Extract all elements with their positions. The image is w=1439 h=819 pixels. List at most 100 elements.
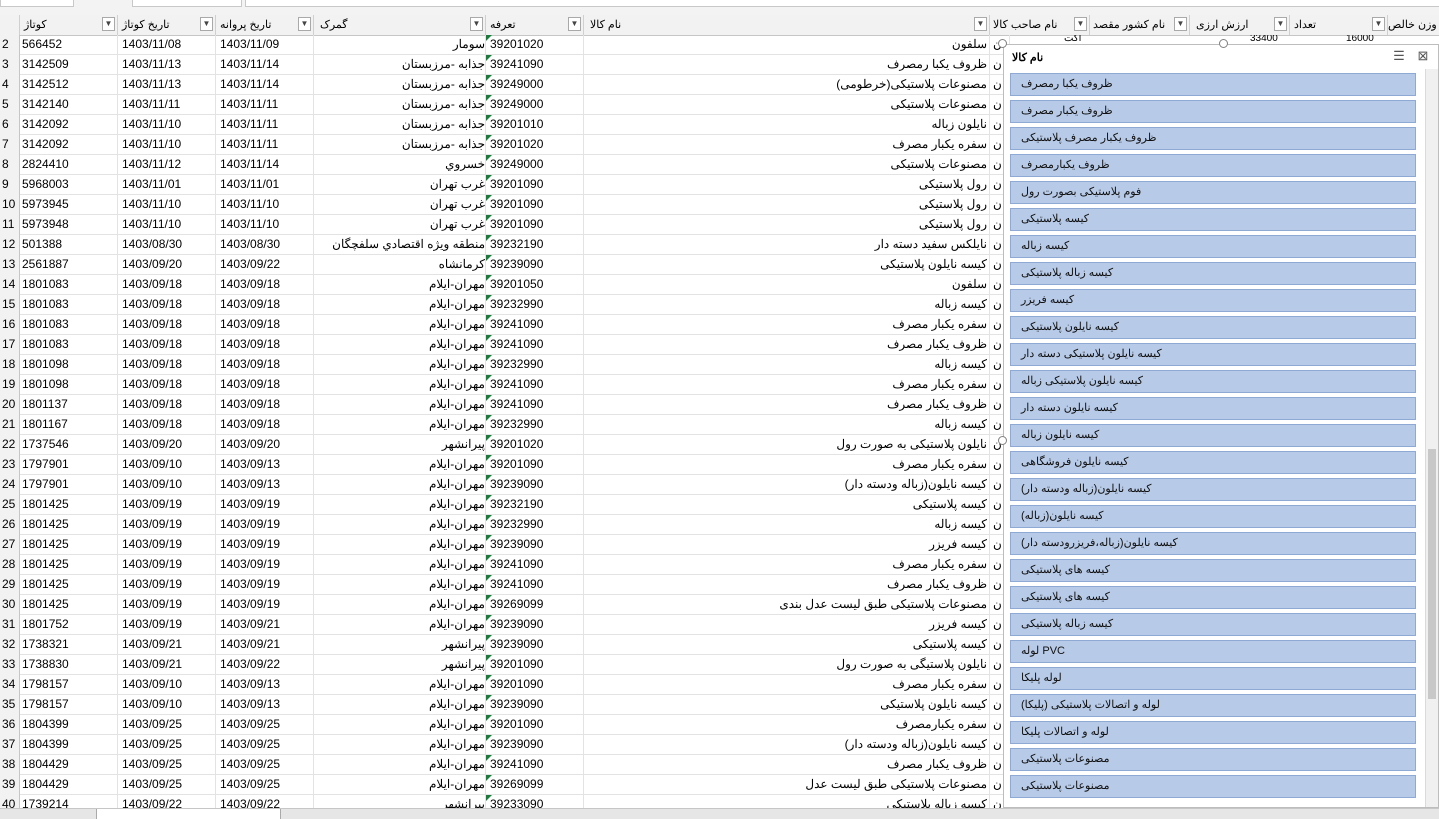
cell-tarefe[interactable]: 39201090: [486, 215, 584, 235]
cell-name-kala[interactable]: کیسه زباله: [584, 415, 990, 435]
cell-tarikh-parvane[interactable]: 1403/09/25: [216, 735, 314, 755]
cell-tarikh-kotaj[interactable]: 1403/09/25: [118, 735, 216, 755]
cell-tarikh-kotaj[interactable]: 1403/11/08: [118, 35, 216, 55]
cell-tarikh-parvane[interactable]: 1403/11/11: [216, 115, 314, 135]
cell-name-kala[interactable]: سفره یکبار مصرف: [584, 555, 990, 575]
cell-name-kala[interactable]: کیسه فریزر: [584, 615, 990, 635]
row-number[interactable]: 20: [0, 395, 20, 415]
slicer-item[interactable]: ظروف یکبارمصرف: [1010, 154, 1416, 177]
cell-tarefe[interactable]: 39201090: [486, 655, 584, 675]
row-number[interactable]: 22: [0, 435, 20, 455]
cell-name-kala[interactable]: ظروف یکبار مصرف: [584, 395, 990, 415]
slicer-item[interactable]: کیسه نایلون زباله: [1010, 424, 1416, 447]
header-tedad[interactable]: تعداد ▼: [1290, 15, 1388, 35]
cell-tarefe[interactable]: 39232190: [486, 235, 584, 255]
row-number[interactable]: 7: [0, 135, 20, 155]
row-number[interactable]: 16: [0, 315, 20, 335]
cell-name-kala[interactable]: سفره یکبار مصرف: [584, 455, 990, 475]
cell-tarikh-parvane[interactable]: 1403/09/19: [216, 555, 314, 575]
cell-name-kala[interactable]: ظروف یکبا رمصرف: [584, 55, 990, 75]
cell-tarefe[interactable]: 39239090: [486, 255, 584, 275]
cell-tarikh-parvane[interactable]: 1403/09/13: [216, 455, 314, 475]
row-number[interactable]: 24: [0, 475, 20, 495]
cell-tarikh-parvane[interactable]: 1403/09/19: [216, 495, 314, 515]
cell-name-kala[interactable]: کیسه زباله: [584, 295, 990, 315]
cell-gomrok[interactable]: پیرانشهر: [314, 655, 486, 675]
cell-name-kala[interactable]: کیسه نایلون پلاستیکی: [584, 255, 990, 275]
row-number[interactable]: 18: [0, 355, 20, 375]
cell-tarefe[interactable]: 39269099: [486, 775, 584, 795]
cell-kotaj[interactable]: 1738321: [20, 635, 118, 655]
cell-gomrok[interactable]: مهران-ایلام: [314, 615, 486, 635]
cell-gomrok[interactable]: پیرانشهر: [314, 635, 486, 655]
header-kotaj[interactable]: کوتاژ ▼: [20, 15, 118, 35]
cell-tarikh-parvane[interactable]: 1403/11/01: [216, 175, 314, 195]
header-tarefe[interactable]: تعرفه ▼: [486, 15, 584, 35]
row-number[interactable]: 8: [0, 155, 20, 175]
cell-kotaj[interactable]: 1738830: [20, 655, 118, 675]
cell-kotaj[interactable]: 3142140: [20, 95, 118, 115]
row-number[interactable]: 31: [0, 615, 20, 635]
cell-kotaj[interactable]: 1804429: [20, 755, 118, 775]
cell-tarikh-kotaj[interactable]: 1403/09/10: [118, 475, 216, 495]
cell-kotaj[interactable]: 1801098: [20, 355, 118, 375]
cell-name-kala[interactable]: سلفون: [584, 35, 990, 55]
slicer-item[interactable]: ظروف یکبار مصرف: [1010, 100, 1416, 123]
cell-kotaj[interactable]: 1798157: [20, 675, 118, 695]
row-number[interactable]: 23: [0, 455, 20, 475]
row-number[interactable]: 11: [0, 215, 20, 235]
cell-tarikh-kotaj[interactable]: 1403/11/13: [118, 55, 216, 75]
cell-tarikh-kotaj[interactable]: 1403/11/11: [118, 95, 216, 115]
cell-kotaj[interactable]: 5973945: [20, 195, 118, 215]
cell-tarefe[interactable]: 39241090: [486, 575, 584, 595]
cell-gomrok[interactable]: جذابه -مرزبستان: [314, 75, 486, 95]
cell-name-kala[interactable]: نایلون زباله: [584, 115, 990, 135]
cell-tarefe[interactable]: 39241090: [486, 555, 584, 575]
cell-gomrok[interactable]: مهران-ایلام: [314, 495, 486, 515]
row-number[interactable]: 34: [0, 675, 20, 695]
row-number[interactable]: 5: [0, 95, 20, 115]
cell-tarefe[interactable]: 39241090: [486, 375, 584, 395]
cell-name-kala[interactable]: سفره یکبار مصرف: [584, 135, 990, 155]
slicer-scroll-thumb[interactable]: [1428, 449, 1436, 699]
cell-tarikh-parvane[interactable]: 1403/09/22: [216, 655, 314, 675]
filter-dropdown-icon[interactable]: ▼: [1372, 17, 1385, 31]
cell-gomrok[interactable]: مهران-ایلام: [314, 415, 486, 435]
cell-gomrok[interactable]: جذابه -مرزبستان: [314, 135, 486, 155]
header-name-saheb-kala[interactable]: نام صاحب کالا ▼: [990, 15, 1090, 35]
cell-gomrok[interactable]: مهران-ایلام: [314, 555, 486, 575]
cell-kotaj[interactable]: 1801083: [20, 295, 118, 315]
slicer-item[interactable]: لوله و اتصالات پلاستیکی (پلیکا): [1010, 694, 1416, 717]
slicer-item[interactable]: مصنوعات پلاستیکی: [1010, 748, 1416, 771]
cell-tarikh-kotaj[interactable]: 1403/09/19: [118, 495, 216, 515]
cell-gomrok[interactable]: مهران-ایلام: [314, 395, 486, 415]
cell-name-kala[interactable]: مصنوعات پلاستیکی: [584, 155, 990, 175]
cell-name-kala[interactable]: کیسه زباله: [584, 515, 990, 535]
cell-kotaj[interactable]: 1801137: [20, 395, 118, 415]
row-number[interactable]: 36: [0, 715, 20, 735]
resize-handle[interactable]: [998, 436, 1007, 445]
row-number[interactable]: 19: [0, 375, 20, 395]
cell-kotaj[interactable]: 1801425: [20, 515, 118, 535]
cell-gomrok[interactable]: مهران-ایلام: [314, 335, 486, 355]
cell-tarefe[interactable]: 39241090: [486, 335, 584, 355]
cell-tarikh-kotaj[interactable]: 1403/09/21: [118, 655, 216, 675]
cell-gomrok[interactable]: جذابه -مرزبستان: [314, 115, 486, 135]
slicer-item[interactable]: کیسه زباله: [1010, 235, 1416, 258]
cell-name-kala[interactable]: ظروف یکبار مصرف: [584, 755, 990, 775]
cell-tarefe[interactable]: 39201010: [486, 115, 584, 135]
filter-dropdown-icon[interactable]: ▼: [1174, 17, 1187, 31]
cell-gomrok[interactable]: سومار: [314, 35, 486, 55]
cell-tarikh-parvane[interactable]: 1403/09/18: [216, 415, 314, 435]
slicer-item[interactable]: کیسه زباله پلاستیکی: [1010, 613, 1416, 636]
row-number[interactable]: 4: [0, 75, 20, 95]
cell-kotaj[interactable]: 1801425: [20, 495, 118, 515]
row-number[interactable]: 35: [0, 695, 20, 715]
slicer-item[interactable]: ظروف یکبا رمصرف: [1010, 73, 1416, 96]
slicer-item[interactable]: فوم پلاستیکی بصورت رول: [1010, 181, 1416, 204]
cell-gomrok[interactable]: منطقه ویژه اقتصادي سلفچگان: [314, 235, 486, 255]
row-number[interactable]: 9: [0, 175, 20, 195]
row-number[interactable]: 12: [0, 235, 20, 255]
cell-tarefe[interactable]: 39201020: [486, 135, 584, 155]
cell-tarefe[interactable]: 39249000: [486, 95, 584, 115]
